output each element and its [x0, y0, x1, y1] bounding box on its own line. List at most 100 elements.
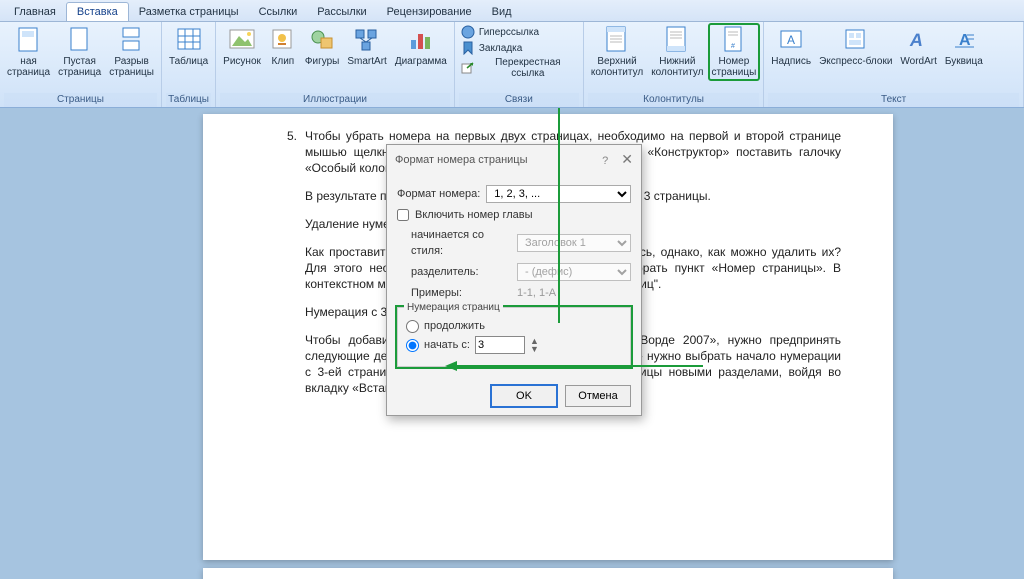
tab-mailings[interactable]: Рассылки — [307, 3, 376, 21]
page-number-button[interactable]: # Номер страницы — [709, 24, 760, 80]
tab-review[interactable]: Рецензирование — [377, 3, 482, 21]
bookmark-button[interactable]: Закладка — [459, 40, 579, 56]
header-icon — [603, 26, 631, 54]
chart-label: Диаграмма — [395, 56, 447, 67]
tab-home[interactable]: Главная — [4, 3, 66, 21]
blank-page-icon — [66, 26, 94, 54]
blank-page-label: Пустая страница — [58, 56, 101, 78]
document-page-next[interactable] — [203, 568, 893, 579]
tab-page-layout[interactable]: Разметка страницы — [129, 3, 249, 21]
group-text-label: Текст — [768, 93, 1019, 107]
textbox-icon: A — [777, 26, 805, 54]
group-links-label: Связи — [459, 93, 579, 107]
footer-icon — [663, 26, 691, 54]
continue-radio[interactable] — [406, 320, 419, 333]
shapes-label: Фигуры — [305, 56, 339, 67]
document-area: 5. Чтобы убрать номера на первых двух ст… — [0, 108, 1024, 579]
bookmark-icon — [461, 41, 475, 55]
wordart-icon: A — [905, 26, 933, 54]
smartart-icon — [353, 26, 381, 54]
style-select: Заголовок 1 — [517, 234, 631, 252]
dialog-titlebar[interactable]: Формат номера страницы ? ✕ — [387, 145, 641, 175]
textbox-button[interactable]: A Надпись — [768, 24, 814, 69]
examples-label: Примеры: — [411, 285, 511, 301]
ribbon: ная страница Пустая страница Разрыв стра… — [0, 22, 1024, 108]
blank-page-button[interactable]: Пустая страница — [55, 24, 104, 80]
ok-button[interactable]: OK — [491, 385, 557, 407]
start-at-input[interactable] — [475, 336, 525, 354]
page-numbering-group-label: Нумерация страниц — [404, 300, 503, 316]
page-break-button[interactable]: Разрыв страницы — [106, 24, 157, 80]
header-label: Верхний колонтитул — [591, 56, 643, 78]
separator-select: - (дефис) — [517, 263, 631, 281]
wordart-label: WordArt — [900, 56, 937, 67]
clip-icon — [269, 26, 297, 54]
dropcap-label: Буквица — [945, 56, 983, 67]
clip-button[interactable]: Клип — [266, 24, 300, 69]
picture-button[interactable]: Рисунок — [220, 24, 264, 69]
style-label: начинается со стиля: — [411, 227, 511, 259]
group-header-footer: Верхний колонтитул Нижний колонтитул # Н… — [584, 22, 764, 107]
bookmark-label: Закладка — [479, 43, 522, 54]
format-select[interactable]: 1, 2, 3, ... — [486, 185, 631, 203]
group-illus-label: Иллюстрации — [220, 93, 450, 107]
page-numbering-group: Нумерация страниц продолжить начать с: ▲… — [397, 307, 631, 367]
smartart-button[interactable]: SmartArt — [344, 24, 389, 69]
chart-button[interactable]: Диаграмма — [392, 24, 450, 69]
crossref-button[interactable]: Перекрестная ссылка — [459, 56, 579, 80]
picture-label: Рисунок — [223, 56, 261, 67]
crossref-label: Перекрестная ссылка — [479, 57, 577, 79]
group-pages: ная страница Пустая страница Разрыв стра… — [0, 22, 162, 107]
include-chapter-checkbox[interactable] — [397, 209, 409, 221]
quickparts-button[interactable]: Экспресс-блоки — [816, 24, 895, 69]
document-page[interactable]: 5. Чтобы убрать номера на первых двух ст… — [203, 114, 893, 560]
tab-view[interactable]: Вид — [482, 3, 522, 21]
pagenum-icon: # — [720, 26, 748, 54]
list-number: 5. — [287, 128, 297, 144]
page-icon — [15, 26, 43, 54]
dialog-help-button[interactable]: ? — [602, 155, 608, 167]
dropcap-button[interactable]: A Буквица — [942, 24, 986, 69]
cancel-button[interactable]: Отмена — [565, 385, 631, 407]
dropcap-icon: A — [950, 26, 978, 54]
hyperlink-label: Гиперссылка — [479, 27, 539, 38]
start-at-label: начать с: — [424, 337, 470, 353]
table-icon — [175, 26, 203, 54]
page-break-icon — [118, 26, 146, 54]
separator-label: разделитель: — [411, 264, 511, 280]
include-chapter-label: Включить номер главы — [415, 207, 533, 223]
cover-page-label: ная страница — [7, 56, 50, 78]
table-label: Таблица — [169, 56, 208, 67]
quickparts-label: Экспресс-блоки — [819, 56, 892, 67]
picture-icon — [228, 26, 256, 54]
group-tables-label: Таблицы — [166, 93, 211, 107]
quickparts-icon — [842, 26, 870, 54]
spinner-icon[interactable]: ▲▼ — [530, 337, 539, 353]
tab-insert[interactable]: Вставка — [66, 2, 129, 21]
shapes-icon — [308, 26, 336, 54]
cover-page-button[interactable]: ная страница — [4, 24, 53, 80]
tab-references[interactable]: Ссылки — [249, 3, 308, 21]
table-button[interactable]: Таблица — [166, 24, 211, 69]
hyperlink-button[interactable]: Гиперссылка — [459, 24, 579, 40]
svg-text:#: # — [731, 43, 735, 50]
group-pages-label: Страницы — [4, 93, 157, 107]
dialog-close-button[interactable]: ✕ — [621, 151, 633, 167]
start-at-radio[interactable] — [406, 339, 419, 352]
group-illustrations: Рисунок Клип Фигуры SmartArt Диаграмма И… — [216, 22, 455, 107]
header-button[interactable]: Верхний колонтитул — [588, 24, 646, 80]
smartart-label: SmartArt — [347, 56, 386, 67]
chart-icon — [407, 26, 435, 54]
group-links: Гиперссылка Закладка Перекрестная ссылка… — [455, 22, 584, 107]
footer-button[interactable]: Нижний колонтитул — [648, 24, 706, 80]
textbox-label: Надпись — [771, 56, 811, 67]
svg-text:A: A — [908, 30, 924, 50]
wordart-button[interactable]: A WordArt — [897, 24, 940, 69]
page-number-format-dialog: Формат номера страницы ? ✕ Формат номера… — [386, 144, 642, 416]
crossref-icon — [461, 61, 475, 75]
dialog-title: Формат номера страницы — [395, 152, 528, 168]
group-hf-label: Колонтитулы — [588, 93, 759, 107]
footer-label: Нижний колонтитул — [651, 56, 703, 78]
shapes-button[interactable]: Фигуры — [302, 24, 342, 69]
pagenum-label: Номер страницы — [712, 56, 757, 78]
